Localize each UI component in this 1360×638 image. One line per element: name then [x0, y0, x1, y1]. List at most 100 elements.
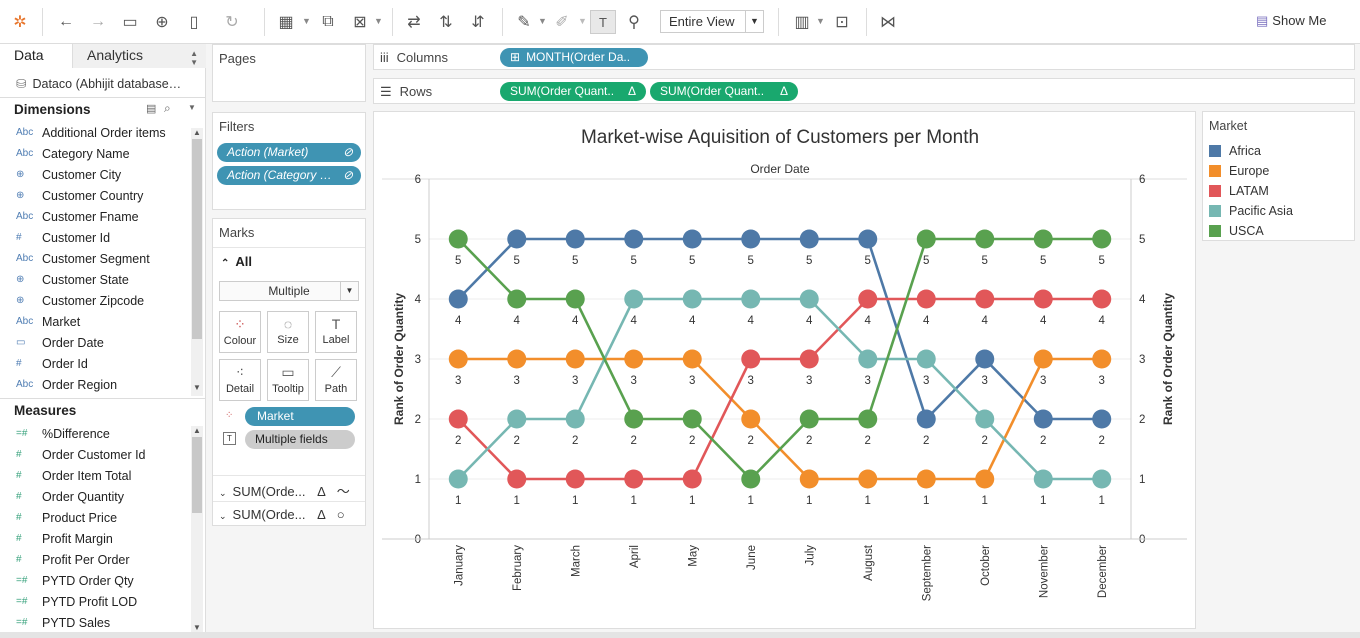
bump-chart[interactable]: Market-wise Aquisition of Customers per …	[374, 112, 1195, 628]
fit-view-select[interactable]: Entire View ▼	[660, 10, 764, 33]
data-point[interactable]	[682, 349, 702, 369]
rows-shelf[interactable]: ☰ Rows SUM(Order Quant.. Δ SUM(Order Quan…	[373, 78, 1355, 104]
color-legend[interactable]: Market Africa Europe LATAM Pacific Asia USCA	[1202, 111, 1355, 241]
marks-colour-button[interactable]: ⁘ Colour	[219, 311, 261, 353]
data-point[interactable]	[682, 229, 702, 249]
data-point[interactable]	[624, 349, 644, 369]
field-item[interactable]: # Customer Id	[0, 227, 205, 248]
data-point[interactable]	[916, 289, 936, 309]
data-point[interactable]	[858, 289, 878, 309]
data-point[interactable]	[1033, 469, 1053, 489]
data-point[interactable]	[565, 229, 585, 249]
data-point[interactable]	[624, 469, 644, 489]
data-point[interactable]	[975, 289, 995, 309]
data-point[interactable]	[565, 409, 585, 429]
data-point[interactable]	[448, 349, 468, 369]
swap-rows-columns-icon[interactable]: ⇄	[402, 10, 426, 34]
data-point[interactable]	[858, 469, 878, 489]
data-point[interactable]	[975, 229, 995, 249]
data-point[interactable]	[741, 409, 761, 429]
clear-sheet-icon[interactable]: ⊠	[348, 10, 372, 34]
field-item[interactable]: ▭ Order Date	[0, 332, 205, 353]
legend-item[interactable]: LATAM	[1209, 182, 1269, 200]
sum-card-1[interactable]: ⌄ SUM(Orde... Δ 〜	[219, 481, 350, 500]
legend-item[interactable]: Europe	[1209, 162, 1269, 180]
columns-shelf[interactable]: iii Columns ⊞ MONTH(Order Da..	[373, 44, 1355, 70]
data-point[interactable]	[741, 289, 761, 309]
fix-axes-icon[interactable]: ⚲	[622, 10, 646, 34]
data-point[interactable]	[624, 409, 644, 429]
columns-pill[interactable]: ⊞ MONTH(Order Da..	[500, 48, 648, 67]
data-point[interactable]	[858, 349, 878, 369]
field-item[interactable]: # Product Price	[0, 507, 205, 528]
duplicate-sheet-icon[interactable]: ⧉	[316, 10, 340, 34]
data-point[interactable]	[565, 469, 585, 489]
data-point[interactable]	[1033, 289, 1053, 309]
undo-icon[interactable]: ←	[54, 10, 78, 34]
data-point[interactable]	[799, 289, 819, 309]
data-point[interactable]	[1092, 349, 1112, 369]
marks-all-toggle[interactable]: ⌃ All	[221, 254, 252, 269]
data-point[interactable]	[916, 229, 936, 249]
data-point[interactable]	[916, 469, 936, 489]
field-item[interactable]: # Order Item Total	[0, 465, 205, 486]
data-point[interactable]	[799, 469, 819, 489]
field-item[interactable]: Abc Category Name	[0, 143, 205, 164]
field-item[interactable]: =# PYTD Profit LOD	[0, 591, 205, 612]
data-point[interactable]	[682, 409, 702, 429]
field-item[interactable]: # Order Id	[0, 353, 205, 374]
series-line-pacific-asia[interactable]	[457, 297, 1102, 481]
legend-item[interactable]: Pacific Asia	[1209, 202, 1293, 220]
data-point[interactable]	[448, 469, 468, 489]
field-item[interactable]: # Profit Margin	[0, 528, 205, 549]
legend-item[interactable]: Africa	[1209, 142, 1261, 160]
field-item[interactable]: Abc Market	[0, 311, 205, 332]
data-point[interactable]	[1092, 409, 1112, 429]
marks-tooltip-button[interactable]: ▭ Tooltip	[267, 359, 309, 401]
save-icon[interactable]: ▭	[118, 10, 142, 34]
field-item[interactable]: =# PYTD Order Qty	[0, 570, 205, 591]
data-point[interactable]	[507, 289, 527, 309]
share-icon[interactable]: ⋈	[876, 10, 900, 34]
filters-card[interactable]: Filters Action (Market) ⊘ Action (Catego…	[212, 112, 366, 210]
data-point[interactable]	[1092, 469, 1112, 489]
data-point[interactable]	[975, 469, 995, 489]
data-point[interactable]	[975, 409, 995, 429]
field-item[interactable]: # Order Quantity	[0, 486, 205, 507]
data-point[interactable]	[565, 289, 585, 309]
field-item[interactable]: Abc Customer Fname	[0, 206, 205, 227]
field-item[interactable]: ⊕ Customer State	[0, 269, 205, 290]
show-mark-labels-icon[interactable]: T	[590, 10, 616, 34]
presentation-mode-icon[interactable]: ⊡	[830, 10, 854, 34]
rows-pill-2[interactable]: SUM(Order Quant.. Δ	[650, 82, 798, 101]
measures-scrollbar[interactable]: ▲ ▼	[191, 426, 203, 634]
tab-analytics[interactable]: Analytics ▲ ▼	[72, 44, 206, 68]
series-line-africa[interactable]	[457, 237, 1102, 422]
field-item[interactable]: ⊕ Customer Zipcode	[0, 290, 205, 311]
marks-detail-button[interactable]: ⁖ Detail	[219, 359, 261, 401]
dimensions-scrollbar[interactable]: ▲ ▼	[191, 128, 203, 396]
data-point[interactable]	[741, 469, 761, 489]
field-item[interactable]: =# PYTD Sales	[0, 612, 205, 633]
marks-size-button[interactable]: ◌ Size	[267, 311, 309, 353]
data-point[interactable]	[448, 409, 468, 429]
search-icon[interactable]: ⌕	[164, 101, 171, 116]
field-item[interactable]: =# %Difference	[0, 423, 205, 444]
data-point[interactable]	[624, 289, 644, 309]
marks-path-button[interactable]: ⟋ Path	[315, 359, 357, 401]
marks-label-button[interactable]: T Label	[315, 311, 357, 353]
field-item[interactable]: ⊕ Customer City	[0, 164, 205, 185]
data-point[interactable]	[799, 409, 819, 429]
data-point[interactable]	[1033, 229, 1053, 249]
viz-area[interactable]: Market-wise Aquisition of Customers per …	[373, 111, 1196, 629]
data-point[interactable]	[507, 349, 527, 369]
data-point[interactable]	[799, 229, 819, 249]
pause-updates-icon[interactable]: ▯	[182, 10, 206, 34]
new-datasource-icon[interactable]: ⊕	[150, 10, 174, 34]
data-point[interactable]	[448, 289, 468, 309]
filter-pill[interactable]: Action (Market) ⊘	[217, 143, 361, 162]
data-point[interactable]	[799, 349, 819, 369]
new-worksheet-icon[interactable]: ▦	[274, 10, 298, 34]
field-item[interactable]: Abc Customer Segment	[0, 248, 205, 269]
series-line-latam[interactable]	[457, 297, 1102, 481]
